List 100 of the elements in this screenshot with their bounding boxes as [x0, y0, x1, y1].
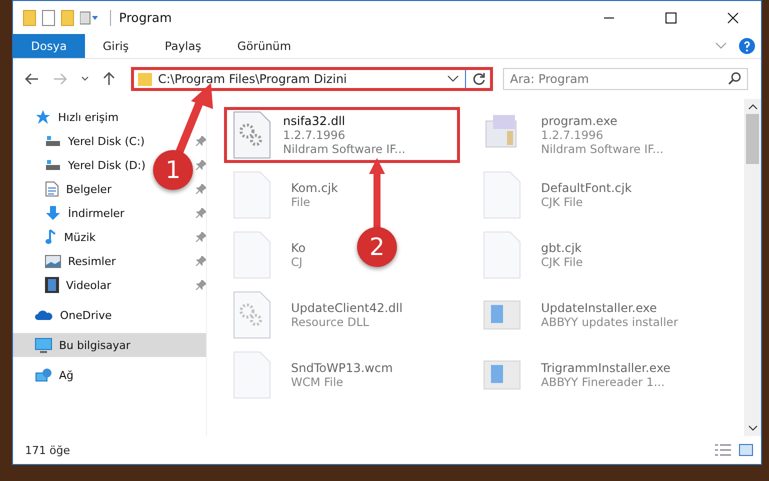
file-item[interactable]: DefaultFont.cjk CJK File	[474, 167, 641, 223]
film-icon	[45, 277, 59, 293]
sidebar-item[interactable]: Hızlı erişim	[58, 110, 119, 124]
pin-icon[interactable]	[196, 280, 206, 290]
step-number-badge: 1	[153, 150, 193, 190]
folder-icon[interactable]	[23, 10, 36, 26]
back-icon[interactable]	[25, 73, 39, 85]
scroll-up-icon[interactable]	[748, 104, 758, 110]
up-icon[interactable]	[103, 72, 115, 86]
file-detail: File	[291, 195, 312, 209]
sidebar-item[interactable]: Videolar	[66, 278, 112, 292]
maximize-icon[interactable]	[665, 12, 677, 24]
blank-file-icon	[483, 171, 521, 219]
close-icon[interactable]	[727, 12, 739, 24]
file-name: gbt.cjk	[541, 241, 583, 255]
file-name: SndToWP13.wcm	[291, 361, 393, 375]
file-name: UpdateInstaller.exe	[541, 301, 658, 315]
file-detail: 1.2.7.1996	[541, 128, 604, 142]
file-item[interactable]: nsifa32.dll 1.2.7.1996 Nildram Software IF...	[224, 107, 460, 163]
scroll-down-icon[interactable]	[748, 425, 758, 431]
sidebar-item[interactable]: Bu bilgisayar	[13, 333, 206, 357]
pin-icon[interactable]	[196, 232, 206, 242]
pin-icon[interactable]	[196, 256, 206, 266]
address-bar[interactable]: C:\Program Files\Program Dizini	[131, 67, 493, 91]
blank-file-icon	[233, 171, 271, 219]
file-item[interactable]: gbt.cjk CJK File	[474, 227, 592, 283]
pin-icon[interactable]	[196, 136, 206, 146]
sidebar-item[interactable]: Belgeler	[66, 182, 112, 196]
drive-icon	[45, 135, 61, 147]
sidebar-item[interactable]: Ağ	[59, 368, 74, 382]
file-detail: CJ	[291, 255, 304, 269]
file-name: nsifa32.dll	[283, 114, 346, 128]
sidebar-item[interactable]: Yerel Disk (D:)	[68, 158, 146, 172]
file-detail: ABBYY Finereader 1...	[541, 375, 666, 389]
sidebar-item[interactable]: OneDrive	[60, 308, 112, 322]
drive-icon	[45, 159, 61, 171]
forward-icon[interactable]	[53, 73, 67, 85]
file-name: DefaultFont.cjk	[541, 181, 632, 195]
music-note-icon	[45, 229, 57, 245]
file-detail: ABBYY updates installer	[541, 315, 678, 329]
large-icons-view-icon[interactable]	[739, 444, 753, 456]
file-detail: Resource DLL	[291, 315, 370, 329]
file-item[interactable]: Kom.cjk File	[224, 167, 347, 223]
installer-window-icon	[483, 360, 521, 390]
document-icon	[45, 181, 59, 197]
cloud-icon	[35, 309, 53, 321]
ribbon-tab[interactable]: Giriş	[84, 34, 147, 58]
installer-window-icon	[483, 300, 521, 330]
file-item[interactable]: program.exe 1.2.7.1996 Nildram Software IF...	[474, 107, 672, 163]
ribbon-tab[interactable]: Dosya	[13, 34, 85, 58]
file-detail: CJK File	[541, 195, 584, 209]
file-name: program.exe	[541, 114, 618, 128]
search-icon	[728, 72, 741, 85]
new-folder-icon[interactable]	[61, 10, 74, 26]
sidebar-item[interactable]: İndirmeler	[68, 206, 124, 220]
scrollbar[interactable]	[744, 99, 761, 436]
file-detail: CJK File	[541, 255, 583, 269]
gear-file-icon	[233, 111, 271, 159]
help-icon[interactable]	[739, 38, 755, 54]
file-name: Ko	[291, 241, 306, 255]
blank-file-icon	[233, 351, 271, 399]
ribbon-tab[interactable]: Paylaş	[146, 34, 220, 58]
details-view-icon[interactable]	[715, 444, 731, 456]
blank-file-icon	[233, 231, 271, 279]
picture-icon	[45, 254, 61, 268]
recent-locations-icon[interactable]	[81, 76, 89, 82]
pin-icon[interactable]	[196, 208, 206, 218]
annotation-arrow	[369, 158, 385, 228]
star-icon	[35, 109, 51, 125]
file-item[interactable]: Ko CJ	[224, 227, 315, 283]
item-count: 171 öğe	[25, 444, 70, 456]
file-name: UpdateClient42.dll	[291, 301, 403, 315]
file-detail: Nildram Software IF...	[283, 142, 406, 156]
sidebar-item[interactable]: Yerel Disk (C:)	[68, 134, 145, 148]
file-detail: Nildram Software IF...	[541, 142, 664, 156]
window-title: Program	[119, 10, 172, 25]
network-icon	[35, 368, 52, 382]
file-name: Kom.cjk	[291, 181, 338, 195]
chevron-down-icon[interactable]	[447, 75, 459, 83]
step-number-badge: 2	[357, 227, 397, 267]
pin-icon[interactable]	[196, 160, 206, 170]
file-detail: 1.2.7.1996	[283, 128, 346, 142]
file-item[interactable]: SndToWP13.wcm WCM File	[224, 347, 402, 403]
ribbon-tab[interactable]: Görünüm	[219, 34, 310, 58]
file-item[interactable]: UpdateInstaller.exe ABBYY updates installer	[474, 287, 688, 343]
gear-file-icon	[233, 291, 271, 339]
file-name: TrigrammInstaller.exe	[541, 361, 671, 375]
file-item[interactable]: TrigrammInstaller.exe ABBYY Finereader 1...	[474, 347, 680, 403]
search-field[interactable]: Ara: Program	[503, 68, 748, 90]
sidebar-item[interactable]: Müzik	[64, 230, 96, 244]
download-arrow-icon	[45, 205, 61, 221]
file-detail: WCM File	[291, 375, 344, 389]
scrollbar-thumb[interactable]	[746, 114, 759, 164]
sidebar-item[interactable]: Resimler	[68, 254, 116, 268]
blank-file-icon	[483, 231, 521, 279]
file-item[interactable]: UpdateClient42.dll Resource DLL	[224, 287, 412, 343]
folder-icon	[138, 72, 152, 86]
refresh-icon[interactable]	[472, 72, 486, 86]
pin-icon[interactable]	[196, 184, 206, 194]
computer-icon	[35, 338, 52, 352]
